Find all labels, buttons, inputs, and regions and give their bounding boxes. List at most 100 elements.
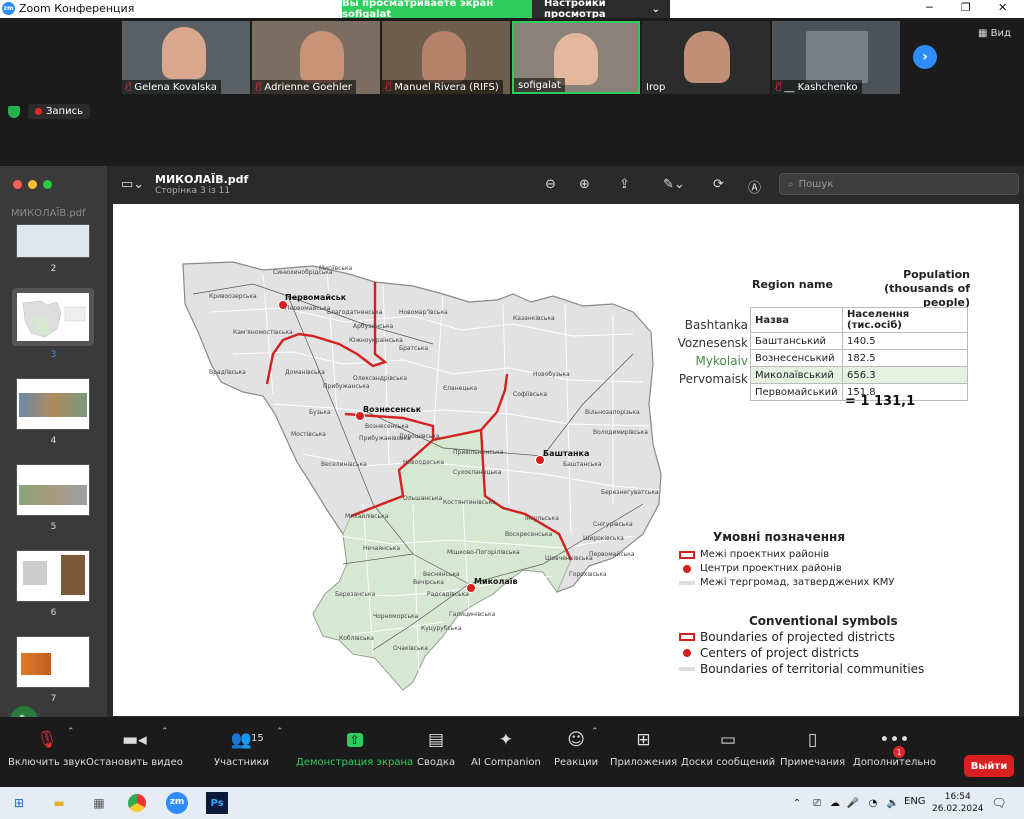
rotate-icon[interactable]: ⟳ [713, 177, 724, 192]
microphone-icon[interactable]: 🎤 [842, 792, 864, 814]
sidebar-file-name: МИКОЛАЇВ.pdf [11, 208, 86, 219]
page-thumbnail[interactable] [16, 464, 90, 516]
volume-icon[interactable]: 🔈 [882, 792, 904, 814]
minimize-window-icon[interactable] [28, 180, 37, 189]
ai-companion-button[interactable]: ✦ AI Companion [471, 723, 541, 768]
pdf-toolbar: ▭⌄ МИКОЛАЇВ.pdf Сторінка 3 із 11 ⊖ ⊕ ⇪ ✎… [107, 166, 1024, 203]
participant-tile[interactable]: 🎙̸ Manuel Rivera (RIFS) [382, 21, 510, 94]
chevron-up-icon[interactable]: ⌃ [161, 727, 169, 737]
calculator-icon[interactable]: ▦ [88, 792, 110, 814]
page-indicator: Сторінка 3 із 11 [155, 186, 231, 196]
minimize-icon[interactable]: ─ [926, 1, 933, 14]
participant-name: sofigalat [518, 79, 561, 91]
summary-button[interactable]: ▤ Сводка [417, 723, 455, 768]
community-label: Вознесенська [365, 423, 409, 430]
community-label: Мішково-Погорілівська [447, 549, 520, 556]
chrome-icon[interactable] [128, 794, 146, 812]
participant-video [422, 31, 466, 83]
community-label: Широківська [583, 535, 624, 542]
column-header: Назва [750, 307, 843, 333]
close-window-icon[interactable] [13, 180, 22, 189]
notifications-icon[interactable]: 🗨 [988, 792, 1010, 814]
region-name-en: Pervomaisk [678, 372, 748, 386]
participant-tile[interactable]: Irop [642, 21, 770, 94]
view-options-button[interactable]: Настройки просмотра ⌄ [532, 0, 670, 20]
zoom-in-icon[interactable]: ⊕ [579, 177, 590, 192]
mic-off-icon: 🎙̸ [256, 82, 262, 92]
file-explorer-icon[interactable]: ▬ [48, 792, 70, 814]
leave-button[interactable]: Выйти [964, 755, 1014, 777]
participant-tile-active[interactable]: sofigalat [512, 21, 640, 94]
whiteboards-button[interactable]: ▭ Доски сообщений [681, 723, 775, 768]
search-field[interactable]: ⌕ Пошук [779, 173, 1019, 195]
participants-button[interactable]: 👥 Участники [214, 723, 269, 768]
legend-title-ua: Умовні позначення [713, 530, 846, 544]
page-thumbnail[interactable] [16, 378, 90, 430]
participant-video [162, 27, 206, 79]
close-icon[interactable]: ✕ [998, 1, 1007, 14]
zoom-taskbar-icon[interactable]: zm [166, 792, 188, 814]
community-label: Радсадівська [427, 591, 469, 598]
document-title: МИКОЛАЇВ.pdf [155, 173, 249, 186]
community-label: Мигіївська [319, 265, 353, 272]
community-label: Володимирівська [593, 429, 648, 436]
page-thumbnail-selected[interactable] [16, 292, 90, 342]
district-center-swatch [683, 564, 691, 573]
annotate-icon[interactable]: Ⓐ [748, 177, 761, 196]
district-center-swatch [683, 649, 691, 657]
community-label: Казанківська [513, 315, 555, 322]
community-border-swatch [679, 580, 695, 585]
community-label: Ольшанська [403, 495, 443, 502]
more-button[interactable]: ••• Дополнительно [853, 723, 936, 768]
community-label: Южноукраїнська [349, 337, 403, 344]
markup-pen-icon[interactable]: ✎⌄ [663, 177, 685, 192]
next-participants-button[interactable]: › [913, 45, 937, 69]
community-label: Первомайська [285, 305, 331, 312]
zoom-out-icon[interactable]: ⊖ [545, 177, 556, 192]
legend-item: Centers of project districts [679, 646, 859, 660]
participant-video [684, 31, 730, 83]
participant-name: Irop [646, 81, 666, 93]
chevron-up-icon[interactable]: ⌃ [786, 792, 808, 814]
page-thumbnail[interactable] [16, 224, 90, 258]
restore-icon[interactable]: ❐ [961, 1, 971, 14]
wifi-icon[interactable]: ◔ [862, 792, 884, 814]
apps-button[interactable]: ⊞ Приложения [610, 723, 677, 768]
system-clock[interactable]: 16:54 26.02.2024 [932, 791, 984, 815]
community-label: Костянтинівська [443, 499, 496, 506]
community-label: Баштанська [563, 461, 602, 468]
view-button[interactable]: ▦ Вид [978, 28, 1011, 39]
recording-badge[interactable]: Запись [28, 104, 90, 119]
table-header-region: Region name [752, 278, 833, 291]
windows-start-icon[interactable]: ⊞ [8, 792, 30, 814]
viewing-screen-label: Вы просматриваете экран sofigalat [342, 0, 532, 20]
page-thumbnail[interactable] [16, 550, 90, 602]
language-indicator[interactable]: ENG [904, 796, 926, 807]
ai-companion-icon: ✦ [498, 730, 514, 750]
participant-name: Manuel Rivera (RIFS) [394, 81, 499, 93]
legend-item: Межі тергромад, затверджених КМУ [679, 577, 894, 588]
participant-tile[interactable]: 🎙̸ Gelena Kovalska [122, 21, 250, 94]
summary-icon: ▤ [428, 730, 445, 750]
participant-tile[interactable]: 🎙̸ __ Kashchenko [772, 21, 900, 94]
mic-off-icon: 🎙̸ [776, 82, 782, 92]
recording-indicator: Запись [8, 104, 90, 119]
notes-button[interactable]: ▯ Примечания [780, 723, 845, 768]
page-thumbnail[interactable] [16, 636, 90, 688]
share-icon[interactable]: ⇪ [619, 177, 630, 192]
community-label: Доманівська [285, 369, 325, 376]
photoshop-icon[interactable]: Ps [206, 792, 228, 814]
chevron-down-icon: ⌄ [651, 3, 660, 15]
share-screen-button[interactable]: ⇧ Демонстрация экрана [296, 723, 413, 768]
table-row: Баштанський 140.5 [750, 332, 968, 350]
pdf-sidebar: МИКОЛАЇВ.pdf 2 3 4 5 6 7 [0, 166, 107, 717]
chevron-up-icon[interactable]: ⌃ [276, 727, 284, 737]
security-shield-icon[interactable] [8, 105, 20, 118]
community-label: Новобузька [533, 371, 570, 378]
chevron-up-icon[interactable]: ⌃ [67, 727, 75, 737]
community-label: Вечірська [413, 579, 444, 586]
chevron-up-icon[interactable]: ⌃ [591, 727, 599, 737]
zoom-window-icon[interactable] [43, 180, 52, 189]
participant-tile[interactable]: 🎙̸ Adrienne Goehler [252, 21, 380, 94]
sidebar-toggle-icon[interactable]: ▭⌄ [121, 177, 144, 192]
